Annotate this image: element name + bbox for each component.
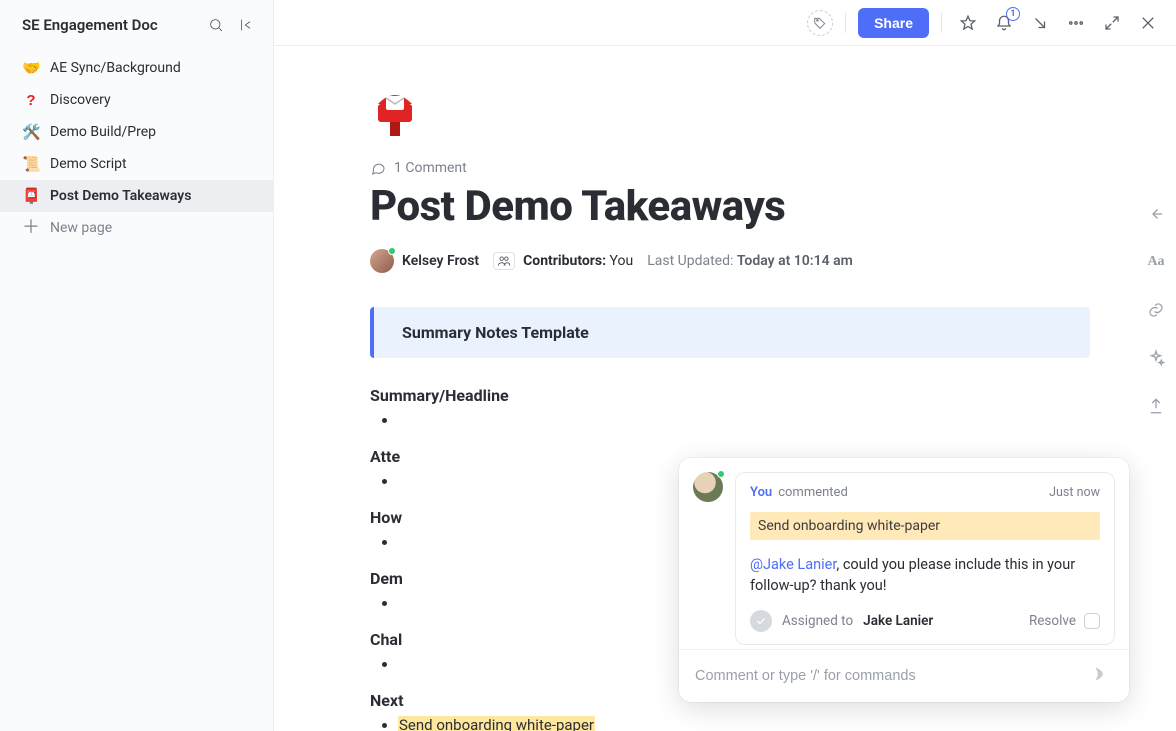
sidebar-item-label: Discovery <box>50 92 111 108</box>
expand-icon[interactable] <box>1098 9 1126 37</box>
search-icon[interactable] <box>205 14 227 36</box>
comment-action: commented <box>778 485 848 500</box>
comment-popover: You commented Just now Send onboarding w… <box>679 458 1129 702</box>
right-rail: Aa <box>1136 102 1176 418</box>
author-name: Kelsey Frost <box>402 253 479 269</box>
handshake-icon: 🤝 <box>22 59 40 77</box>
topbar: Share 1 <box>274 0 1176 46</box>
comment-quote: Send onboarding white-paper <box>750 512 1100 540</box>
comment-icon <box>370 160 386 176</box>
plus-icon: ＋ <box>22 219 40 237</box>
tags-button[interactable] <box>807 10 833 36</box>
author-avatar <box>370 249 394 273</box>
scroll-icon: 📜 <box>22 155 40 173</box>
postbox-icon: 📮 <box>22 187 40 205</box>
sidebar-item-post-demo[interactable]: 📮 Post Demo Takeaways <box>0 180 273 212</box>
download-icon[interactable] <box>1026 9 1054 37</box>
more-icon[interactable] <box>1062 9 1090 37</box>
highlighted-text[interactable]: Send onboarding white-paper <box>398 716 595 731</box>
section-heading[interactable]: Summary/Headline <box>370 386 1090 405</box>
sidebar-new-page[interactable]: ＋ New page <box>0 212 273 244</box>
mention[interactable]: @Jake Lanier <box>750 556 836 573</box>
comment-input[interactable] <box>695 668 1091 684</box>
favorite-icon[interactable] <box>954 9 982 37</box>
export-icon[interactable] <box>1144 394 1168 418</box>
assigned-label: Assigned to <box>782 613 853 629</box>
bullet[interactable]: Send onboarding white-paper <box>398 716 1090 731</box>
sidebar-item-demo-build[interactable]: 🛠️ Demo Build/Prep <box>0 116 273 148</box>
question-icon: ? <box>22 92 40 109</box>
typography-icon[interactable]: Aa <box>1144 250 1168 274</box>
tools-icon: 🛠️ <box>22 123 40 141</box>
sidebar-item-demo-script[interactable]: 📜 Demo Script <box>0 148 273 180</box>
comment-card: You commented Just now Send onboarding w… <box>735 472 1115 645</box>
separator <box>845 13 846 33</box>
sidebar-item-discovery[interactable]: ? Discovery <box>0 84 273 116</box>
presence-dot <box>717 470 725 478</box>
callout-block[interactable]: Summary Notes Template <box>370 307 1090 358</box>
commenter-avatar <box>693 472 723 502</box>
sidebar-item-label: Post Demo Takeaways <box>50 188 191 204</box>
sidebar-item-label: AE Sync/Background <box>50 60 181 76</box>
resolve-label[interactable]: Resolve <box>1029 613 1076 629</box>
sparkle-icon[interactable] <box>1144 346 1168 370</box>
assigned-check-icon <box>750 610 772 632</box>
sidebar-item-ae-sync[interactable]: 🤝 AE Sync/Background <box>0 52 273 84</box>
contributors-chip[interactable]: Contributors: You <box>493 252 633 270</box>
share-button[interactable]: Share <box>858 8 929 38</box>
sidebar-item-label: New page <box>50 220 112 236</box>
outdent-icon[interactable] <box>1144 202 1168 226</box>
page-meta: Kelsey Frost Contributors: You Last Upda… <box>370 249 1090 273</box>
collapse-sidebar-icon[interactable] <box>235 14 257 36</box>
updated-value: Today at 10:14 am <box>737 253 853 269</box>
sidebar-item-label: Demo Script <box>50 156 127 172</box>
comment-count[interactable]: 1 Comment <box>370 160 1090 176</box>
author-chip[interactable]: Kelsey Frost <box>370 249 479 273</box>
contributors-value: You <box>610 253 634 269</box>
notifications-icon[interactable]: 1 <box>990 9 1018 37</box>
commenter-name: You <box>750 485 772 500</box>
assignee-name: Jake Lanier <box>863 613 933 629</box>
bullet[interactable] <box>398 411 1090 429</box>
comment-time: Just now <box>1049 485 1100 500</box>
notification-count: 1 <box>1006 7 1020 21</box>
separator <box>941 13 942 33</box>
contributors-icon <box>493 252 515 270</box>
last-updated: Last Updated: Today at 10:14 am <box>647 253 853 269</box>
page-emoji[interactable] <box>370 82 420 138</box>
updated-label: Last Updated: <box>647 253 733 269</box>
link-icon[interactable] <box>1144 298 1168 322</box>
comment-message: @Jake Lanier, could you please include t… <box>750 554 1100 596</box>
close-icon[interactable] <box>1134 9 1162 37</box>
send-icon[interactable] <box>1091 664 1113 688</box>
sidebar-title: SE Engagement Doc <box>22 16 197 34</box>
resolve-checkbox[interactable] <box>1084 613 1100 629</box>
sidebar: SE Engagement Doc 🤝 AE Sync/Background ?… <box>0 0 274 731</box>
page-title[interactable]: Post Demo Takeaways <box>370 182 1090 231</box>
contributors-label: Contributors: <box>523 253 606 269</box>
comment-count-label: 1 Comment <box>394 160 467 176</box>
sidebar-nav: 🤝 AE Sync/Background ? Discovery 🛠️ Demo… <box>0 48 273 244</box>
presence-dot <box>388 247 396 255</box>
sidebar-item-label: Demo Build/Prep <box>50 124 156 140</box>
